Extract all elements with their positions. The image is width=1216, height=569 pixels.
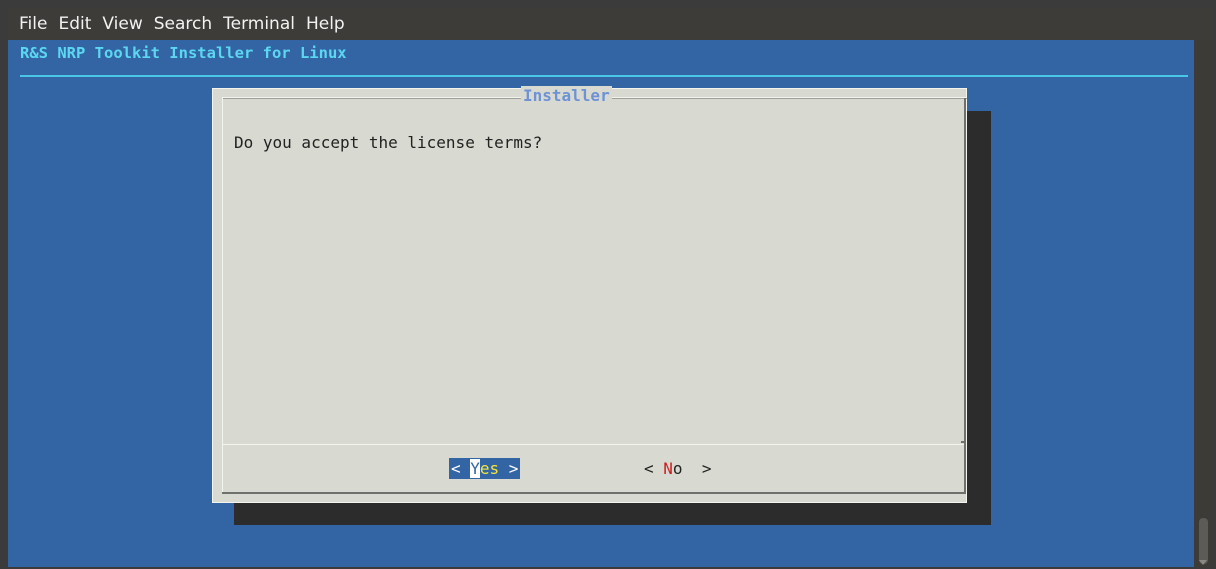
terminal-window: File Edit View Search Terminal Help R&S … — [0, 0, 1216, 569]
dialog-title: Installer — [521, 86, 612, 106]
installer-backtitle: R&S NRP Toolkit Installer for Linux — [20, 44, 347, 62]
yes-bracket-right: > — [499, 459, 519, 478]
menu-bar: File Edit View Search Terminal Help — [8, 8, 1213, 40]
scrollbar-thumb[interactable] — [1199, 518, 1208, 564]
terminal-screen[interactable]: R&S NRP Toolkit Installer for Linux Inst… — [8, 40, 1194, 567]
separator-tick-right — [961, 441, 966, 443]
menu-search[interactable]: Search — [149, 14, 217, 34]
scroll-down-arrow-icon[interactable] — [1199, 560, 1207, 565]
no-bracket-left: < — [644, 459, 664, 478]
installer-dialog: Installer Do you accept the license term… — [212, 86, 967, 503]
backtitle-divider — [20, 75, 1188, 77]
no-label-rest: o — [672, 459, 683, 478]
yes-hotkey: Y — [470, 459, 480, 478]
menu-edit[interactable]: Edit — [53, 14, 96, 34]
dialog-question: Do you accept the license terms? — [234, 133, 543, 152]
yes-label-rest: es — [479, 459, 500, 478]
no-hotkey: N — [663, 459, 673, 478]
menu-view[interactable]: View — [97, 14, 147, 34]
dialog-border-right — [964, 98, 966, 493]
no-bracket-right: > — [682, 459, 712, 478]
yes-bracket-left: < — [451, 459, 471, 478]
button-row: < Yes > < No > — [212, 445, 967, 493]
menu-help[interactable]: Help — [301, 14, 350, 34]
yes-button[interactable]: < Yes > — [449, 458, 521, 479]
dialog-border-left — [222, 98, 223, 494]
no-button[interactable]: < No > — [644, 458, 711, 479]
menu-file[interactable]: File — [14, 14, 52, 34]
menu-terminal[interactable]: Terminal — [218, 14, 300, 34]
scrollbar[interactable] — [1194, 40, 1213, 567]
